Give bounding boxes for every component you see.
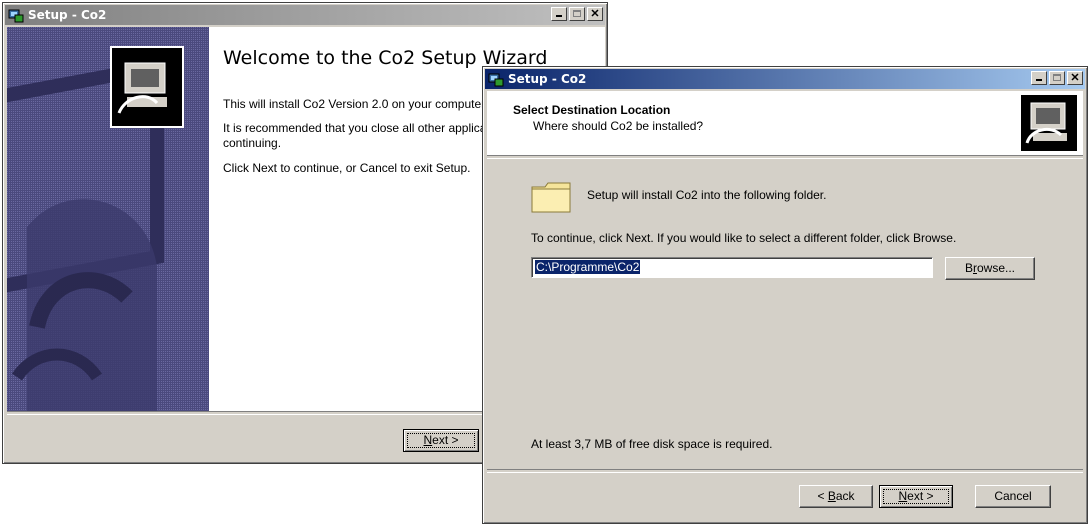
destination-path-value: C:\Programme\Co2 [535, 260, 641, 274]
page-title: Select Destination Location [513, 103, 671, 117]
close-icon: ✕ [590, 8, 600, 20]
header-divider [487, 155, 1083, 159]
destination-titlebar[interactable]: Setup - Co2 ✕ [485, 69, 1085, 89]
close-button[interactable]: ✕ [1067, 71, 1083, 85]
cancel-label: Cancel [994, 489, 1032, 503]
back-label: < Back [817, 489, 855, 503]
browse-label: Browse... [964, 261, 1016, 275]
destination-path-input[interactable]: C:\Programme\Co2 [531, 257, 933, 278]
disk-space-text: At least 3,7 MB of free disk space is re… [531, 437, 773, 451]
welcome-titlebar[interactable]: Setup - Co2 ✕ [5, 5, 605, 25]
welcome-window-title: Setup - Co2 [28, 8, 107, 22]
maximize-icon [1053, 74, 1061, 81]
browse-button[interactable]: Browse... [945, 257, 1035, 280]
maximize-icon [573, 10, 581, 17]
wizard-banner-graphic [7, 27, 209, 411]
wizard-side-image [7, 27, 209, 411]
next-button[interactable]: Next > [879, 485, 953, 508]
minimize-icon [556, 15, 562, 17]
app-setup-icon [488, 73, 504, 87]
destination-header: Select Destination Location Where should… [487, 91, 1083, 155]
app-setup-icon [8, 9, 24, 23]
cancel-button[interactable]: Cancel [975, 485, 1051, 508]
welcome-next-label: Next > [423, 433, 459, 447]
computer-install-icon [1021, 95, 1077, 151]
instructions-text: To continue, click Next. If you would li… [531, 231, 957, 245]
page-subtitle: Where should Co2 be installed? [533, 119, 704, 133]
maximize-button[interactable] [1049, 71, 1065, 85]
destination-footer-divider [487, 469, 1083, 473]
folder-icon [531, 182, 571, 213]
minimize-button[interactable] [551, 7, 567, 21]
destination-window-title: Setup - Co2 [508, 72, 587, 86]
minimize-icon [1036, 79, 1042, 81]
destination-window: Setup - Co2 ✕ Select Destination Locatio… [482, 66, 1088, 524]
minimize-button[interactable] [1031, 71, 1047, 85]
next-label: Next > [898, 489, 934, 503]
welcome-next-button[interactable]: Next > [403, 429, 479, 452]
folder-info-text: Setup will install Co2 into the followin… [587, 188, 827, 202]
maximize-button[interactable] [569, 7, 585, 21]
close-button[interactable]: ✕ [587, 7, 603, 21]
back-button[interactable]: < Back [799, 485, 873, 508]
close-icon: ✕ [1070, 72, 1080, 84]
